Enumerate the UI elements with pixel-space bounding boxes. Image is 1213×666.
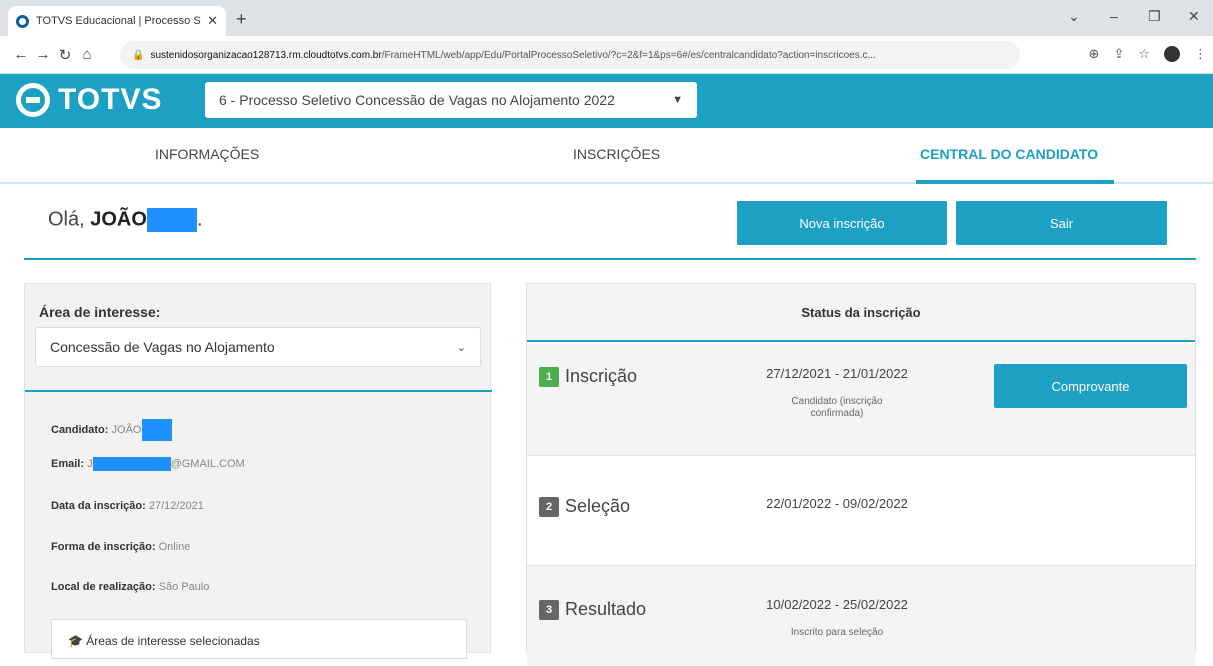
comprovante-button[interactable]: Comprovante: [994, 364, 1187, 408]
greeting-name: JOÃO: [90, 208, 147, 231]
greeting-trail: .: [196, 208, 203, 231]
redaction-block: [146, 208, 197, 232]
candidate-panel: Área de interesse: Concessão de Vagas no…: [24, 283, 492, 659]
tab-inscricoes[interactable]: INSCRIÇÕES: [573, 146, 660, 162]
stage-name: Seleção: [565, 496, 631, 516]
redaction-block: [92, 457, 171, 471]
app-header: TOTVS 6 - Processo Seletivo Concessão de…: [0, 74, 1213, 128]
area-select-value: Concessão de Vagas no Alojamento: [50, 339, 275, 355]
email-row: Email: J @GMAIL.COM: [51, 457, 245, 471]
selected-areas-label: Áreas de interesse selecionadas: [86, 634, 260, 648]
url-path: /FrameHTML/web/app/Edu/PortalProcessoSel…: [381, 49, 876, 61]
tab-central-do-candidato[interactable]: CENTRAL DO CANDIDATO: [920, 146, 1098, 162]
info-key: Local de realização:: [51, 581, 156, 593]
process-select-value: 6 - Processo Seletivo Concessão de Vagas…: [219, 92, 615, 108]
status-panel: Status da inscrição 1 Inscrição 27/12/20…: [526, 283, 1196, 666]
totvs-logo-icon: [16, 83, 50, 117]
graduation-cap-icon: 🎓: [68, 634, 83, 648]
info-value: JOÃO: [111, 423, 142, 436]
info-value: São Paulo: [158, 581, 210, 593]
panel-divider: [25, 390, 492, 392]
location-row: Local de realização: São Paulo: [51, 581, 209, 593]
stage-selecao: 2 Seleção 22/01/2022 - 09/02/2022: [527, 456, 1195, 566]
home-icon[interactable]: ⌂: [76, 46, 98, 63]
reload-icon[interactable]: ↻: [54, 46, 76, 64]
info-key: Candidato:: [51, 423, 109, 436]
area-label: Área de interesse:: [39, 304, 161, 320]
form-row: Forma de inscrição: Online: [51, 541, 190, 553]
greeting-divider: [24, 258, 1196, 260]
selected-areas-box[interactable]: 🎓 Áreas de interesse selecionadas: [51, 619, 467, 659]
greeting-hello: Olá,: [48, 208, 85, 231]
close-tab-icon[interactable]: ✕: [207, 13, 218, 29]
stage-status: Candidato (inscrição confirmada): [791, 396, 883, 419]
zoom-icon[interactable]: ⊕: [1089, 46, 1100, 62]
info-value: 27/12/2021: [148, 500, 204, 512]
chevron-down-icon: ⌄: [456, 341, 466, 354]
url-host: sustenidosorganizacao128713.rm.cloudtotv…: [150, 49, 382, 61]
info-key: Data da inscrição:: [51, 500, 146, 512]
logo-text: TOTVS: [58, 83, 163, 116]
stage-dates: 22/01/2022 - 09/02/2022: [766, 496, 908, 511]
main-nav: INFORMAÇÕES INSCRIÇÕES CENTRAL DO CANDID…: [0, 128, 1213, 184]
stage-number-badge: 3: [539, 599, 559, 620]
totvs-logo: TOTVS: [16, 83, 162, 117]
browser-tab[interactable]: TOTVS Educacional | Processo Se ✕: [8, 6, 226, 36]
redaction-block: [142, 419, 173, 441]
nova-inscricao-button[interactable]: Nova inscrição: [737, 201, 947, 245]
candidate-row: Candidato: JOÃO: [51, 419, 173, 441]
tab-search-icon[interactable]: ⌄: [1068, 8, 1080, 25]
address-bar[interactable]: 🔒 sustenidosorganizacao128713.rm.cloudto…: [120, 41, 1020, 69]
minimize-icon[interactable]: –: [1110, 8, 1118, 24]
stage-resultado: 3 Resultado 10/02/2022 - 25/02/2022 Insc…: [527, 566, 1195, 666]
process-select[interactable]: 6 - Processo Seletivo Concessão de Vagas…: [205, 82, 697, 118]
stage-number-badge: 2: [539, 496, 559, 517]
chevron-down-icon: ▼: [672, 94, 683, 106]
share-icon[interactable]: ⇪: [1113, 46, 1124, 62]
stage-name: Resultado: [565, 599, 647, 619]
tab-informacoes[interactable]: INFORMAÇÕES: [155, 146, 259, 162]
stage-dates: 27/12/2021 - 21/01/2022: [766, 366, 908, 381]
forward-icon[interactable]: →: [32, 46, 54, 63]
lock-icon: 🔒: [132, 49, 145, 61]
browser-toolbar: ← → ↻ ⌂ 🔒 sustenidosorganizacao128713.rm…: [0, 36, 1213, 74]
menu-kebab-icon[interactable]: ⋮: [1194, 46, 1207, 62]
active-tab-indicator: [916, 180, 1114, 184]
maximize-icon[interactable]: ❐: [1148, 8, 1161, 25]
back-icon[interactable]: ←: [10, 46, 32, 63]
area-select[interactable]: Concessão de Vagas no Alojamento ⌄: [35, 327, 481, 367]
stage-status: Inscrito para seleção: [790, 627, 884, 638]
new-tab-button[interactable]: +: [236, 9, 247, 30]
greeting: Olá, JOÃO.: [48, 208, 203, 232]
browser-tab-title: TOTVS Educacional | Processo Se: [36, 15, 202, 27]
sair-button[interactable]: Sair: [956, 201, 1167, 245]
status-title: Status da inscrição: [527, 284, 1195, 342]
date-row: Data da inscrição: 27/12/2021: [51, 500, 204, 512]
info-key: Forma de inscrição:: [51, 541, 156, 553]
profile-avatar[interactable]: [1164, 46, 1180, 62]
totvs-favicon-icon: [16, 14, 29, 28]
info-value: Online: [158, 541, 191, 553]
close-window-icon[interactable]: ✕: [1188, 8, 1200, 25]
bookmark-star-icon[interactable]: ☆: [1138, 46, 1150, 62]
stage-number-badge: 1: [539, 366, 559, 387]
stage-inscricao: 1 Inscrição 27/12/2021 - 21/01/2022 Cand…: [527, 344, 1195, 456]
info-key: Email:: [51, 457, 85, 470]
info-value: @GMAIL.COM: [170, 457, 245, 470]
browser-tab-bar: TOTVS Educacional | Processo Se ✕ + ⌄ – …: [0, 0, 1213, 36]
stage-dates: 10/02/2022 - 25/02/2022: [766, 597, 908, 612]
stage-name: Inscrição: [565, 366, 638, 386]
